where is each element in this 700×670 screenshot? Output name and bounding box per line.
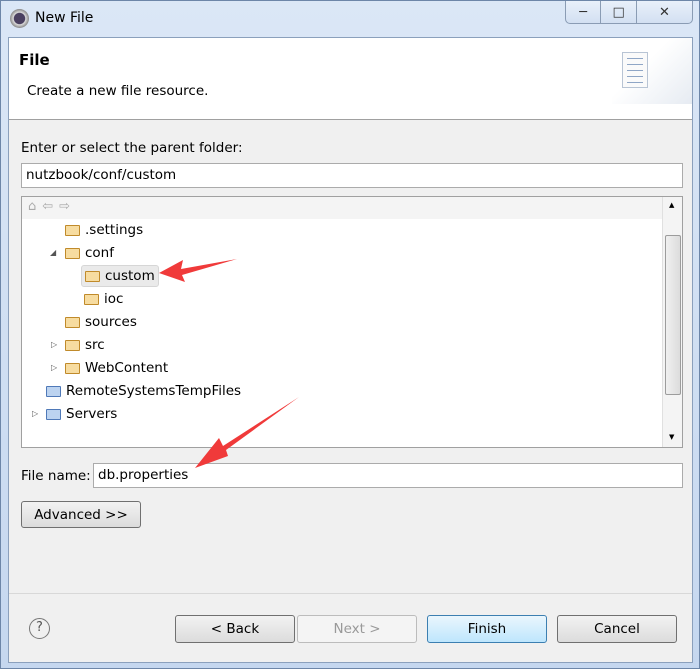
forward-arrow-icon[interactable]: ⇨ <box>59 199 76 214</box>
page-description: Create a new file resource. <box>27 83 209 99</box>
folder-icon <box>65 339 80 351</box>
scroll-up-icon[interactable]: ▲ <box>669 201 674 209</box>
folder-icon <box>65 224 80 236</box>
window-title: New File <box>35 10 94 26</box>
divider <box>9 593 692 594</box>
tree-node[interactable]: Servers <box>46 403 117 425</box>
vertical-scrollbar[interactable]: ▲ ▼ <box>662 197 682 447</box>
help-icon[interactable]: ? <box>29 618 50 639</box>
new-file-dialog: New File ─ □ ✕ File Create a new file re… <box>0 0 700 669</box>
folder-icon <box>84 293 99 305</box>
tree-node[interactable]: WebContent <box>65 357 168 379</box>
collapsed-icon[interactable]: ▷ <box>51 363 57 372</box>
wizard-header: File Create a new file resource. <box>9 38 692 120</box>
folder-icon <box>65 362 80 374</box>
tree-node[interactable]: ioc <box>84 288 123 310</box>
home-icon[interactable]: ⌂ <box>28 199 42 214</box>
next-button[interactable]: Next > <box>297 615 417 643</box>
file-name-label: File name: <box>21 468 91 484</box>
parent-folder-label: Enter or select the parent folder: <box>21 140 243 156</box>
folder-tree[interactable]: ⌂⇦⇨ .settings ◢ conf custom ioc sources … <box>21 196 683 448</box>
collapsed-icon[interactable]: ▷ <box>51 340 57 349</box>
folder-icon <box>65 247 80 259</box>
tree-node[interactable]: .settings <box>65 219 143 241</box>
folder-icon <box>65 316 80 328</box>
minimize-button[interactable]: ─ <box>566 1 602 23</box>
scroll-down-icon[interactable]: ▼ <box>669 433 674 441</box>
maximize-button[interactable]: □ <box>601 1 637 23</box>
tree-node[interactable]: src <box>65 334 105 356</box>
scrollbar-thumb[interactable] <box>665 235 681 395</box>
file-icon <box>622 52 648 88</box>
page-title: File <box>19 51 50 69</box>
eclipse-icon <box>10 9 29 28</box>
back-button[interactable]: < Back <box>175 615 295 643</box>
finish-button[interactable]: Finish <box>427 615 547 643</box>
back-arrow-icon[interactable]: ⇦ <box>42 199 59 214</box>
folder-icon <box>85 270 100 282</box>
parent-folder-input[interactable]: nutzbook/conf/custom <box>21 163 683 188</box>
collapsed-icon[interactable]: ▷ <box>32 409 38 418</box>
close-button[interactable]: ✕ <box>637 1 692 23</box>
expanded-icon[interactable]: ◢ <box>50 248 56 257</box>
file-name-input[interactable]: db.properties <box>93 463 683 488</box>
project-folder-icon <box>46 408 61 420</box>
tree-node[interactable]: sources <box>65 311 137 333</box>
advanced-button[interactable]: Advanced >> <box>21 501 141 528</box>
cancel-button[interactable]: Cancel <box>557 615 677 643</box>
tree-node[interactable]: conf <box>65 242 114 264</box>
tree-node[interactable]: RemoteSystemsTempFiles <box>46 380 241 402</box>
title-bar: New File ─ □ ✕ <box>1 1 699 36</box>
tree-node-selected[interactable]: custom <box>81 265 159 287</box>
project-folder-icon <box>46 385 61 397</box>
